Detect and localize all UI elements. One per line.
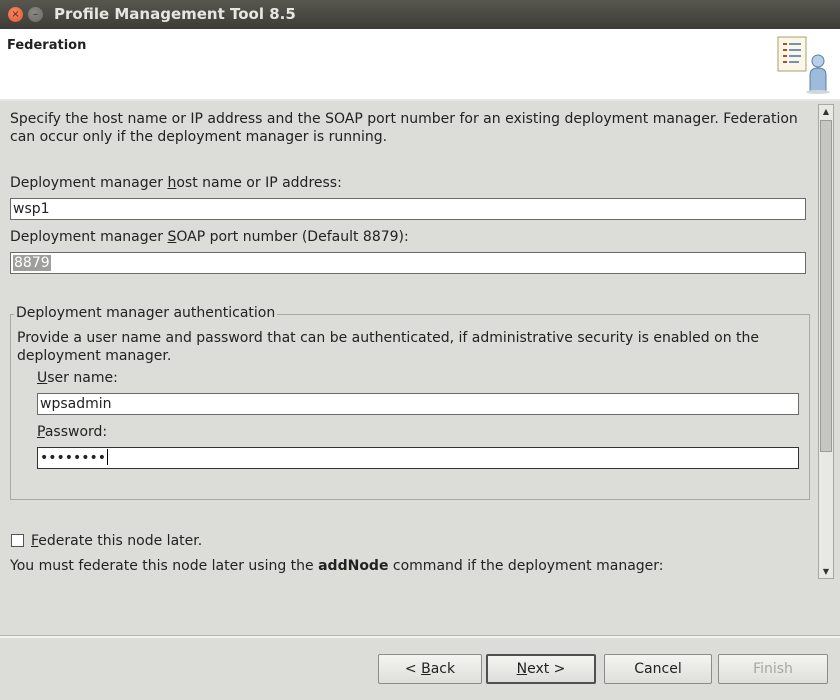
- cancel-button[interactable]: Cancel: [604, 654, 712, 684]
- federate-later-label[interactable]: Federate this node later.: [31, 533, 202, 549]
- header-separator: [0, 99, 840, 101]
- back-button[interactable]: < Back: [378, 654, 482, 684]
- password-input[interactable]: ••••••••: [37, 447, 799, 469]
- finish-button[interactable]: Finish: [718, 654, 828, 684]
- page-header: Federation: [0, 29, 840, 100]
- federate-later-note: You must federate this node later using …: [10, 558, 664, 574]
- minimize-icon[interactable]: –: [28, 7, 43, 22]
- vertical-scrollbar[interactable]: ▲ ▼: [818, 104, 834, 579]
- close-icon[interactable]: ×: [8, 7, 23, 22]
- soap-port-label: Deployment manager SOAP port number (Def…: [10, 229, 409, 245]
- authentication-description: Provide a user name and password that ca…: [17, 330, 759, 364]
- host-input[interactable]: wsp1: [10, 198, 806, 220]
- federate-later-checkbox[interactable]: [11, 534, 24, 547]
- username-input[interactable]: wpsadmin: [37, 393, 799, 415]
- password-label: Password:: [37, 424, 108, 440]
- scroll-up-icon[interactable]: ▲: [819, 105, 833, 118]
- page-title: Federation: [7, 38, 87, 53]
- text-caret: [107, 449, 109, 465]
- host-label: Deployment manager host name or IP addre…: [10, 175, 342, 191]
- soap-port-input[interactable]: 8879: [10, 252, 806, 274]
- scrollbar-thumb[interactable]: [820, 120, 832, 452]
- scroll-down-icon[interactable]: ▼: [819, 565, 833, 578]
- window-title: Profile Management Tool 8.5: [54, 5, 296, 23]
- intro-text: Specify the host name or IP address and …: [10, 111, 798, 145]
- title-bar: × – Profile Management Tool 8.5: [0, 0, 840, 29]
- wizard-user-checklist-icon: [777, 36, 830, 94]
- footer-separator: [0, 635, 840, 638]
- username-label: User name:: [37, 370, 118, 386]
- authentication-group-title: Deployment manager authentication: [14, 305, 278, 321]
- next-button[interactable]: Next >: [486, 654, 596, 684]
